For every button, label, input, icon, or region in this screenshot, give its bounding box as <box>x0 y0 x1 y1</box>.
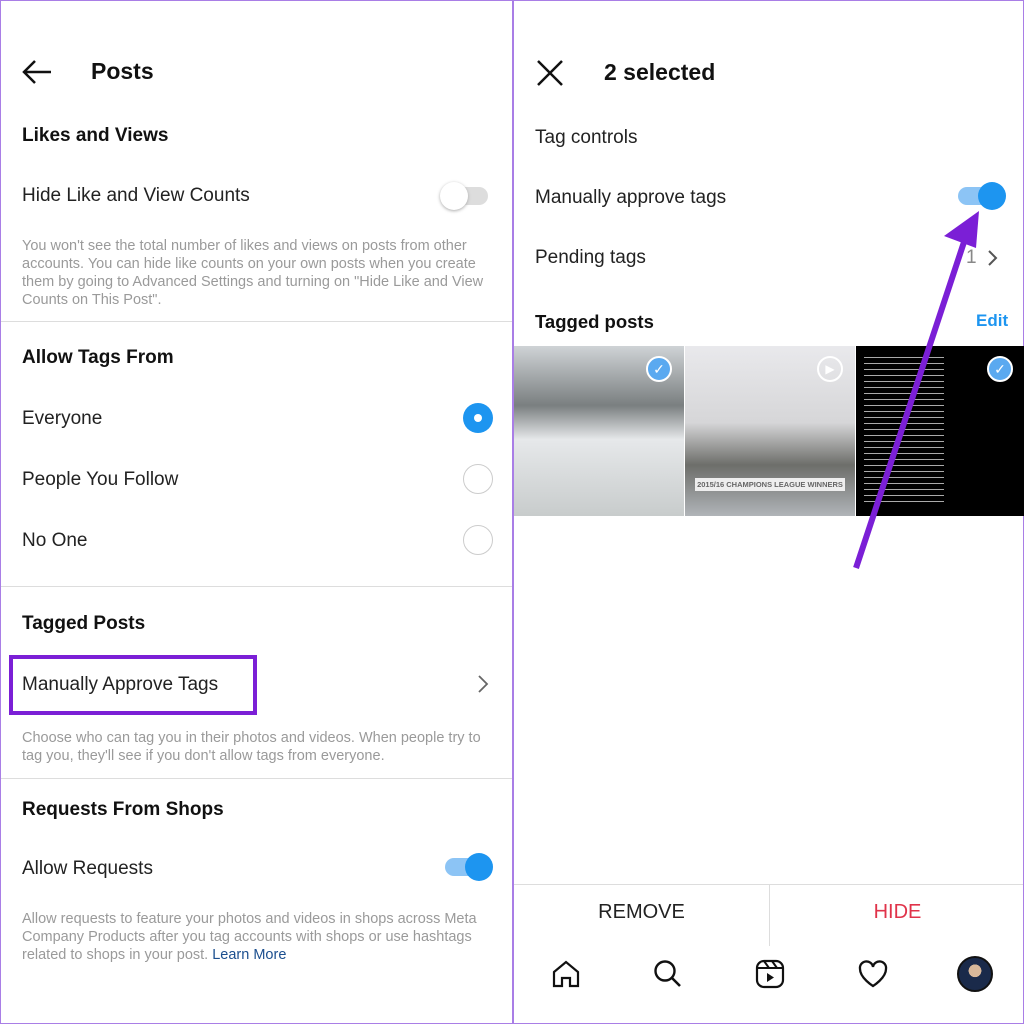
heart-icon[interactable] <box>857 959 889 989</box>
radio-everyone[interactable] <box>463 403 493 433</box>
posts-settings-panel: Posts Likes and Views Hide Like and View… <box>0 0 513 1024</box>
section-likes-views: Likes and Views <box>22 125 169 146</box>
chevron-right-icon <box>988 250 998 266</box>
check-icon: ✓ <box>987 356 1013 382</box>
manually-approve-label: Manually approve tags <box>535 187 727 208</box>
close-icon[interactable] <box>536 59 564 87</box>
pending-tags-item[interactable]: Pending tags <box>535 247 646 269</box>
search-icon[interactable] <box>653 959 683 989</box>
shops-description: Allow requests to feature your photos an… <box>22 911 477 963</box>
tag-controls-panel: 2 selected Tag controls Manually approve… <box>513 0 1024 1024</box>
home-icon[interactable] <box>551 959 581 989</box>
hide-counts-label: Hide Like and View Counts <box>22 185 250 206</box>
selection-count: 2 selected <box>604 59 716 85</box>
hide-counts-toggle[interactable] <box>440 182 488 210</box>
radio-no-one[interactable] <box>463 525 493 555</box>
check-icon: ✓ <box>646 356 672 382</box>
option-everyone[interactable]: Everyone <box>22 408 102 430</box>
remove-button[interactable]: REMOVE <box>514 901 769 924</box>
back-arrow-icon[interactable] <box>21 59 53 85</box>
manually-approve-toggle[interactable] <box>958 182 1006 210</box>
play-icon: ▶ <box>817 356 843 382</box>
radio-people-you-follow[interactable] <box>463 464 493 494</box>
reels-icon[interactable] <box>755 959 785 989</box>
section-tagged-posts: Tagged Posts <box>22 613 146 634</box>
learn-more-link[interactable]: Learn More <box>212 947 286 963</box>
option-no-one[interactable]: No One <box>22 530 87 552</box>
likes-description: You won't see the total number of likes … <box>22 238 484 308</box>
section-allow-tags: Allow Tags From <box>22 347 174 368</box>
tag-controls-heading: Tag controls <box>535 127 638 148</box>
annotation-arrow <box>853 211 979 569</box>
video-caption: 2015/16 CHAMPIONS LEAGUE WINNERS <box>695 478 845 491</box>
section-requests-shops: Requests From Shops <box>22 799 224 820</box>
chevron-right-icon <box>478 675 489 693</box>
profile-avatar[interactable] <box>957 956 993 992</box>
option-people-you-follow[interactable]: People You Follow <box>22 469 178 491</box>
tagged-posts-heading: Tagged posts <box>535 311 654 332</box>
page-title: Posts <box>91 58 154 84</box>
tagged-description: Choose who can tag you in their photos a… <box>22 730 481 764</box>
allow-requests-toggle[interactable] <box>445 853 493 881</box>
tagged-post-thumb-video[interactable]: ▶ 2015/16 CHAMPIONS LEAGUE WINNERS <box>685 346 855 516</box>
manually-approve-tags-item[interactable]: Manually Approve Tags <box>22 674 218 696</box>
hide-button[interactable]: HIDE <box>770 901 1024 924</box>
tagged-post-thumb-snow[interactable]: ✓ <box>514 346 684 516</box>
allow-requests-label: Allow Requests <box>22 858 153 879</box>
